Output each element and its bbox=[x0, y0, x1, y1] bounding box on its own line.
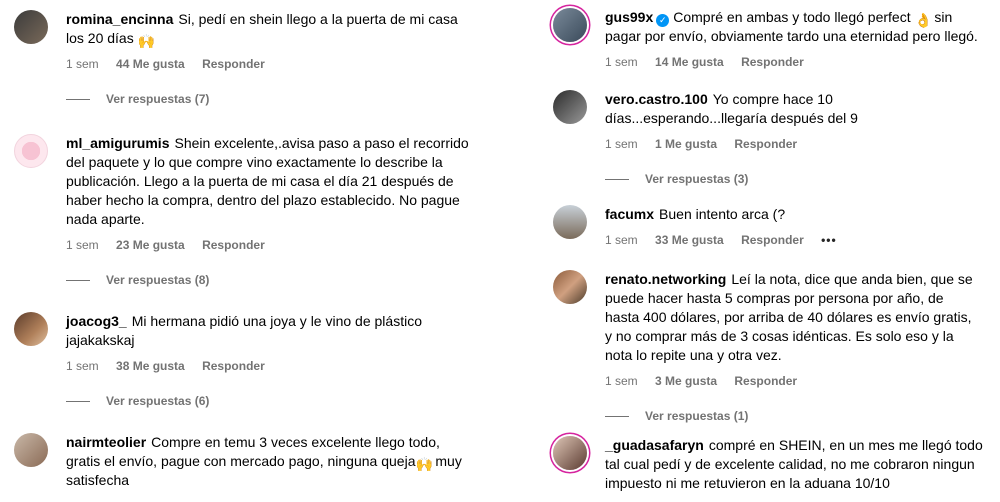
comment-meta: 1 sem 1 Me gusta Responder bbox=[605, 136, 993, 152]
reply-button[interactable]: Responder bbox=[741, 233, 804, 247]
username[interactable]: romina_encinna bbox=[66, 11, 173, 27]
likes-count[interactable]: 1 Me gusta bbox=[655, 137, 717, 151]
divider-line bbox=[66, 280, 90, 282]
comment-text: Buen intento arca (? bbox=[659, 206, 786, 222]
avatar[interactable] bbox=[553, 205, 587, 239]
view-replies-button[interactable]: Ver respuestas (6) bbox=[66, 393, 484, 409]
comment-meta: 1 sem 44 Me gusta Responder bbox=[66, 56, 484, 72]
likes-count[interactable]: 38 Me gusta bbox=[116, 359, 185, 373]
comment-time[interactable]: 1 sem bbox=[66, 57, 99, 71]
username[interactable]: vero.castro.100 bbox=[605, 91, 708, 107]
comment-meta: 1 sem 3 Me gusta Responder bbox=[605, 373, 993, 389]
comment-meta: 1 sem 33 Me gusta Responder ••• bbox=[605, 232, 993, 248]
avatar[interactable] bbox=[553, 270, 587, 304]
username[interactable]: gus99x bbox=[605, 9, 653, 25]
view-replies-button[interactable]: Ver respuestas (1) bbox=[605, 408, 993, 424]
likes-count[interactable]: 23 Me gusta bbox=[116, 238, 185, 252]
view-replies-button[interactable]: Ver respuestas (3) bbox=[605, 171, 993, 187]
avatar[interactable] bbox=[14, 433, 48, 467]
comment-meta: 1 sem 23 Me gusta Responder bbox=[66, 237, 484, 253]
divider-line bbox=[605, 179, 629, 181]
comment-time[interactable]: 1 sem bbox=[66, 359, 99, 373]
likes-count[interactable]: 44 Me gusta bbox=[116, 57, 185, 71]
likes-count[interactable]: 14 Me gusta bbox=[655, 55, 724, 69]
avatar[interactable] bbox=[553, 90, 587, 124]
avatar[interactable] bbox=[14, 10, 48, 44]
avatar[interactable] bbox=[553, 436, 587, 470]
view-replies-button[interactable]: Ver respuestas (8) bbox=[66, 272, 484, 288]
more-options-icon[interactable]: ••• bbox=[821, 233, 837, 247]
comment-time[interactable]: 1 sem bbox=[605, 137, 638, 151]
likes-count[interactable]: 33 Me gusta bbox=[655, 233, 724, 247]
comment-meta: 1 sem 38 Me gusta Responder bbox=[66, 358, 484, 374]
avatar[interactable] bbox=[14, 312, 48, 346]
ok-hand-emoji: 👌 bbox=[914, 12, 932, 28]
raised-hands-emoji: 🙌 bbox=[137, 33, 156, 49]
comment-time[interactable]: 1 sem bbox=[605, 374, 638, 388]
likes-count[interactable]: 3 Me gusta bbox=[655, 374, 717, 388]
reply-button[interactable]: Responder bbox=[741, 55, 804, 69]
username[interactable]: joacog3_ bbox=[66, 313, 127, 329]
comment-text: Compré en ambas y todo llegó perfect bbox=[673, 9, 911, 25]
comment-time[interactable]: 1 sem bbox=[605, 55, 638, 69]
view-replies-button[interactable]: Ver respuestas (7) bbox=[66, 91, 484, 107]
username[interactable]: facumx bbox=[605, 206, 654, 222]
comment-time[interactable]: 1 sem bbox=[605, 233, 638, 247]
reply-button[interactable]: Responder bbox=[202, 359, 265, 373]
reply-button[interactable]: Responder bbox=[734, 374, 797, 388]
verified-badge-icon: ✓ bbox=[656, 14, 670, 27]
reply-button[interactable]: Responder bbox=[202, 238, 265, 252]
divider-line bbox=[605, 416, 629, 418]
divider-line bbox=[66, 99, 90, 101]
username[interactable]: _guadasafaryn bbox=[605, 437, 704, 453]
username[interactable]: nairmteolier bbox=[66, 434, 146, 450]
avatar[interactable] bbox=[14, 134, 48, 168]
reply-button[interactable]: Responder bbox=[734, 137, 797, 151]
username[interactable]: ml_amigurumis bbox=[66, 135, 169, 151]
username[interactable]: renato.networking bbox=[605, 271, 726, 287]
comment-meta: 1 sem 14 Me gusta Responder bbox=[605, 54, 993, 70]
divider-line bbox=[66, 401, 90, 403]
avatar[interactable] bbox=[553, 8, 587, 42]
raised-hands-emoji: 🙌 bbox=[415, 456, 433, 472]
reply-button[interactable]: Responder bbox=[202, 57, 265, 71]
comment-time[interactable]: 1 sem bbox=[66, 238, 99, 252]
